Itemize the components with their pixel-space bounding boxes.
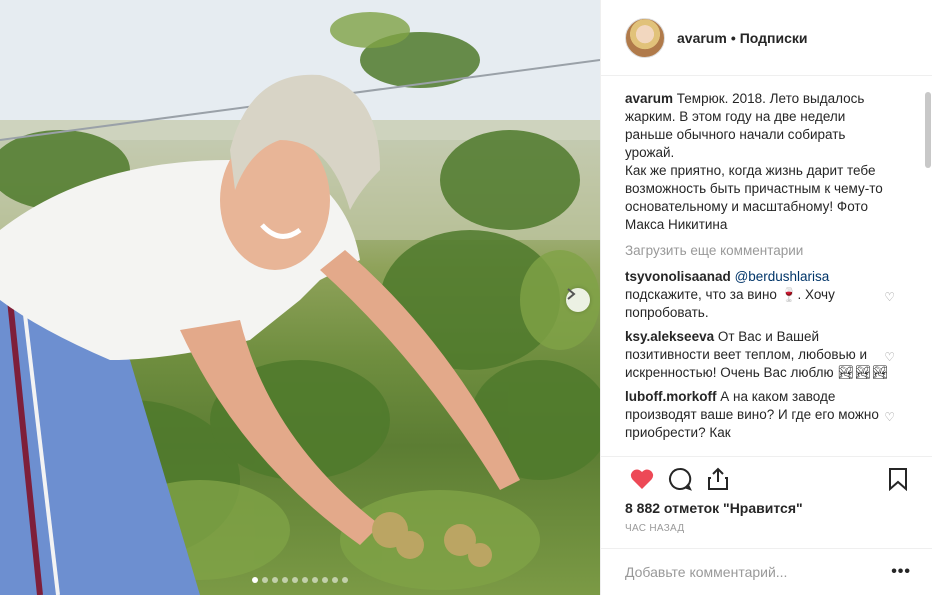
comment-item: tsyvonolisaanad @berdushlarisa подскажит… xyxy=(625,268,895,322)
comment-item: luboff.morkoff А на каком заводе произво… xyxy=(625,388,895,442)
caption-text-2: Как же приятно, когда жизнь дарит тебе в… xyxy=(625,163,883,232)
comment-icon xyxy=(669,467,692,491)
comment-text: подскажите, что за вино 🍷. Хочу попробов… xyxy=(625,287,835,320)
carousel-dot xyxy=(272,577,278,583)
post-photo[interactable] xyxy=(0,0,600,595)
separator-dot: • xyxy=(730,29,736,46)
add-comment-bar: ••• xyxy=(601,548,932,595)
chevron-right-icon xyxy=(567,288,576,300)
avatar[interactable] xyxy=(625,17,665,58)
carousel-dot xyxy=(252,577,258,583)
likes-count[interactable]: 8 882 отметок "Нравится" xyxy=(625,500,803,516)
carousel-dot xyxy=(302,577,308,583)
comment-username[interactable]: luboff.morkoff xyxy=(625,389,716,404)
more-options-icon[interactable]: ••• xyxy=(891,563,911,581)
follow-status[interactable]: Подписки xyxy=(740,30,808,46)
comment-button[interactable] xyxy=(661,460,699,498)
load-more-comments-link[interactable]: Загрузить еще комментарии xyxy=(625,242,895,260)
heart-outline-icon[interactable]: ♡ xyxy=(884,348,895,366)
caption-username[interactable]: avarum xyxy=(625,91,673,106)
carousel-dot xyxy=(312,577,318,583)
comments-scrollbar[interactable] xyxy=(925,92,931,168)
comment-item: ksy.alekseeva От Вас и Вашей позитивност… xyxy=(625,328,895,382)
comment-username[interactable]: ksy.alekseeva xyxy=(625,329,714,344)
carousel-next-button[interactable] xyxy=(566,288,590,312)
action-bar xyxy=(601,456,932,500)
bookmark-icon xyxy=(889,467,907,491)
carousel-dot xyxy=(342,577,348,583)
photo-illustration xyxy=(0,0,600,595)
comments-list: avarum Темрюк. 2018. Лето выдалось жарки… xyxy=(625,90,895,456)
share-icon xyxy=(708,467,728,490)
post-caption: avarum Темрюк. 2018. Лето выдалось жарки… xyxy=(625,90,895,234)
save-button[interactable] xyxy=(879,460,917,498)
heart-outline-icon[interactable]: ♡ xyxy=(884,288,895,306)
post-timestamp[interactable]: час назад xyxy=(625,523,684,534)
carousel-dot xyxy=(332,577,338,583)
carousel-dot xyxy=(262,577,268,583)
post-header: avarum • Подписки xyxy=(601,0,932,76)
comment-username[interactable]: tsyvonolisaanad xyxy=(625,269,731,284)
comment-mention[interactable]: @berdushlarisa xyxy=(735,269,830,284)
carousel-dot xyxy=(292,577,298,583)
like-button[interactable] xyxy=(623,460,661,498)
header-text: avarum • Подписки xyxy=(677,30,808,46)
comment-input[interactable] xyxy=(625,564,865,580)
share-button[interactable] xyxy=(699,460,737,498)
heart-icon xyxy=(630,468,654,489)
heart-outline-icon[interactable]: ♡ xyxy=(884,408,895,426)
carousel-dot xyxy=(282,577,288,583)
carousel-dot xyxy=(322,577,328,583)
carousel-indicator xyxy=(0,577,600,583)
author-username[interactable]: avarum xyxy=(677,30,727,46)
post-sidebar: avarum • Подписки avarum Темрюк. 2018. Лет… xyxy=(600,0,932,595)
